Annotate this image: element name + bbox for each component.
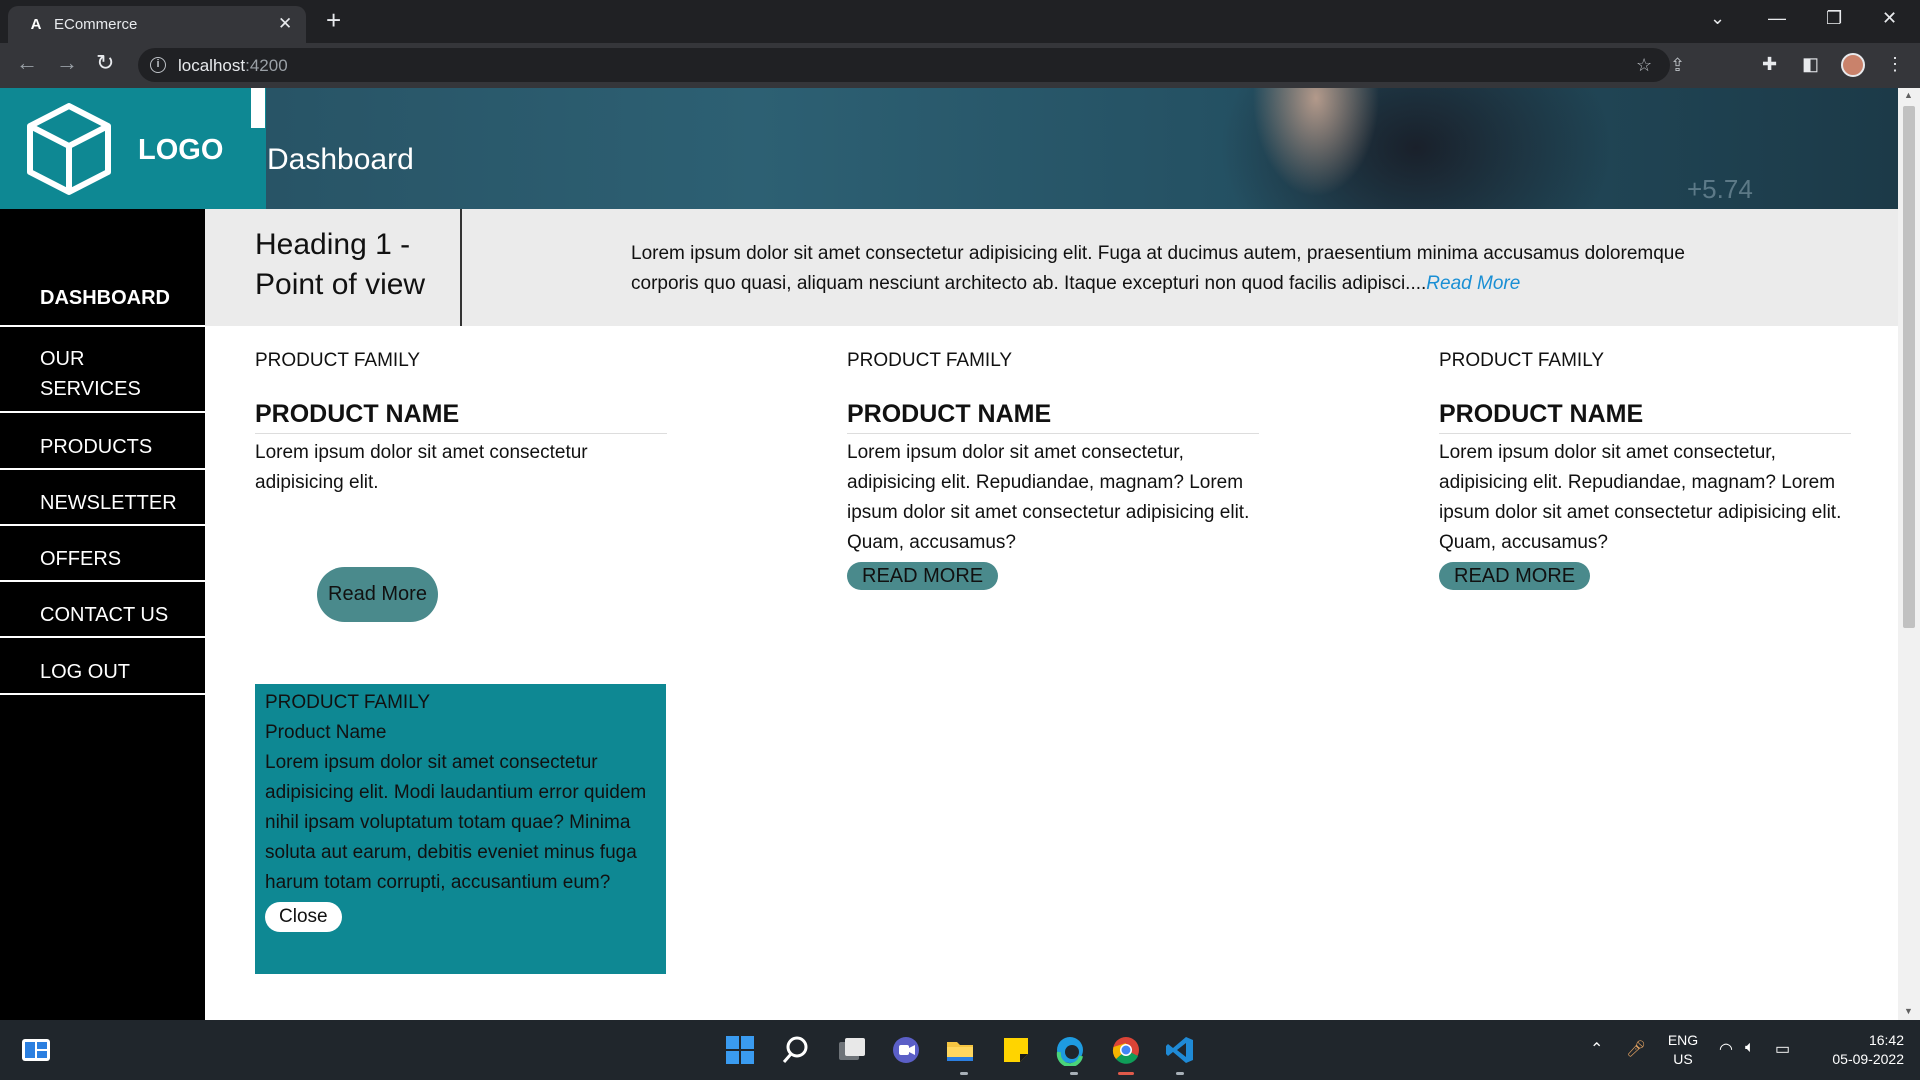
product-card: PRODUCT FAMILY PRODUCT NAME Lorem ipsum … xyxy=(255,350,667,498)
banner-ticker-text: +5.74 xyxy=(1687,174,1753,204)
product-name: PRODUCT NAME xyxy=(1439,400,1851,434)
angular-favicon-icon: A xyxy=(30,16,42,33)
read-more-button[interactable]: Read More xyxy=(317,567,438,622)
page-title: Dashboard xyxy=(267,143,414,176)
sidebar-item-contact-us[interactable]: CONTACT US xyxy=(0,596,205,638)
header-notch xyxy=(251,88,265,128)
teams-chat-icon[interactable] xyxy=(890,1034,922,1066)
wifi-icon[interactable]: ◠ xyxy=(1719,1039,1733,1059)
profile-avatar[interactable] xyxy=(1841,53,1865,77)
page-scrollbar[interactable]: ▲ ▼ xyxy=(1898,88,1920,1020)
back-icon[interactable]: ← xyxy=(16,52,38,74)
sidebar-item-newsletter[interactable]: NEWSLETTER xyxy=(0,484,205,526)
close-button[interactable]: Close xyxy=(265,902,342,932)
sidebar-item-our-services[interactable]: OUR SERVICES xyxy=(0,340,205,413)
popup-description: Lorem ipsum dolor sit amet consectetur a… xyxy=(265,752,647,893)
share-icon[interactable]: ⇪ xyxy=(1670,55,1685,76)
active-app-indicator xyxy=(1118,1072,1134,1075)
bookmark-star-icon[interactable]: ☆ xyxy=(1636,55,1652,76)
logo-text: LOGO xyxy=(138,134,224,166)
sidebar-item-label: NEWSLETTER xyxy=(40,492,177,514)
extensions-icon[interactable]: ✚ xyxy=(1762,54,1777,74)
browser-tab-strip: A ECommerce ✕ + ⌄ — ❐ ✕ xyxy=(0,0,1920,43)
heading-divider xyxy=(460,209,462,326)
sidebar-item-label: DASHBOARD xyxy=(40,287,170,309)
windows-taskbar: ⌃ 🎤︎ ENG US ◠ 🔈︎ ▭ 16:42 05-09-2022 xyxy=(0,1020,1920,1080)
task-view-icon[interactable] xyxy=(836,1034,868,1066)
sidebar-nav: DASHBOARD OUR SERVICES PRODUCTS NEWSLETT… xyxy=(0,209,205,1020)
sidebar-item-label: OUR SERVICES xyxy=(40,348,141,400)
page-viewport: +5.74 Dashboard LOGO DASHBOARD OUR SERVI… xyxy=(0,88,1898,1020)
sidebar-item-log-out[interactable]: LOG OUT xyxy=(0,653,205,695)
window-close-icon[interactable]: ✕ xyxy=(1882,8,1897,29)
chrome-browser-icon[interactable] xyxy=(1110,1034,1142,1066)
logo[interactable]: LOGO xyxy=(0,88,266,209)
product-name: PRODUCT NAME xyxy=(847,400,1259,434)
edge-browser-icon[interactable] xyxy=(1054,1034,1086,1066)
reload-icon[interactable]: ↻ xyxy=(96,52,114,74)
scroll-down-icon[interactable]: ▼ xyxy=(1904,1006,1913,1016)
section-heading: Heading 1 - Point of view xyxy=(255,228,426,301)
tab-title: ECommerce xyxy=(54,16,138,33)
clock-time: 16:42 xyxy=(1868,1032,1904,1048)
product-name: PRODUCT NAME xyxy=(255,400,667,434)
sidebar-item-dashboard[interactable]: DASHBOARD xyxy=(0,287,205,327)
sticky-notes-icon[interactable] xyxy=(1000,1034,1032,1066)
product-card: PRODUCT FAMILY PRODUCT NAME Lorem ipsum … xyxy=(1439,350,1851,590)
microphone-icon[interactable]: 🎤︎ xyxy=(1626,1039,1646,1059)
restore-icon[interactable]: ❐ xyxy=(1826,8,1842,29)
start-windows-icon[interactable] xyxy=(724,1034,756,1066)
forward-icon[interactable]: → xyxy=(56,52,78,74)
sidebar-item-label: LOG OUT xyxy=(40,661,131,683)
address-bar[interactable]: i localhost:4200 ⇪ ☆ xyxy=(138,48,1685,82)
minimize-icon[interactable]: — xyxy=(1768,8,1786,29)
file-explorer-icon[interactable] xyxy=(944,1034,976,1066)
product-detail-popup: PRODUCT FAMILY Product Name Lorem ipsum … xyxy=(255,684,666,974)
site-info-icon[interactable]: i xyxy=(150,57,166,73)
cube-logo-icon xyxy=(27,103,111,195)
show-hidden-icons-icon[interactable]: ⌃ xyxy=(1590,1039,1603,1059)
product-description: Lorem ipsum dolor sit amet consectetur a… xyxy=(255,442,588,493)
clock-date: 05-09-2022 xyxy=(1832,1051,1904,1067)
running-indicator xyxy=(1070,1072,1078,1075)
running-indicator xyxy=(960,1072,968,1075)
sidebar-item-label: CONTACT US xyxy=(40,604,169,626)
product-family: PRODUCT FAMILY xyxy=(255,350,421,371)
search-icon[interactable] xyxy=(780,1034,812,1066)
read-more-link[interactable]: Read More xyxy=(1426,273,1520,294)
product-description: Lorem ipsum dolor sit amet consectetur, … xyxy=(847,442,1250,553)
product-family: PRODUCT FAMILY xyxy=(847,350,1013,371)
sidebar-item-label: PRODUCTS xyxy=(40,436,153,458)
running-indicator xyxy=(1176,1072,1184,1075)
read-more-button[interactable]: READ MORE xyxy=(847,562,999,590)
side-panel-icon[interactable]: ◧ xyxy=(1802,54,1819,74)
product-card: PRODUCT FAMILY PRODUCT NAME Lorem ipsum … xyxy=(847,350,1259,590)
url-text[interactable]: localhost:4200 xyxy=(178,56,288,76)
popup-product-name: Product Name xyxy=(265,722,387,743)
sidebar-item-label: OFFERS xyxy=(40,548,122,570)
sidebar-item-offers[interactable]: OFFERS xyxy=(0,540,205,582)
volume-icon[interactable]: 🔈︎ xyxy=(1745,1039,1755,1057)
clock[interactable]: 16:42 05-09-2022 xyxy=(1812,1031,1904,1069)
read-more-button[interactable]: READ MORE xyxy=(1439,562,1591,590)
vscode-icon[interactable] xyxy=(1164,1034,1196,1066)
product-description: Lorem ipsum dolor sit amet consectetur, … xyxy=(1439,442,1842,553)
scroll-up-icon[interactable]: ▲ xyxy=(1904,90,1913,100)
browser-tab[interactable]: A ECommerce ✕ xyxy=(8,6,306,43)
browser-toolbar: ← → ↻ i localhost:4200 ⇪ ☆ ✚ ◧ ⋮ xyxy=(0,43,1920,88)
popup-product-family: PRODUCT FAMILY xyxy=(265,692,431,713)
language-indicator[interactable]: ENG US xyxy=(1666,1031,1700,1069)
header-banner: +5.74 xyxy=(266,88,1898,209)
browser-menu-icon[interactable]: ⋮ xyxy=(1886,54,1904,74)
battery-icon[interactable]: ▭ xyxy=(1775,1039,1790,1059)
new-tab-icon[interactable]: + xyxy=(326,6,341,34)
tab-search-icon[interactable]: ⌄ xyxy=(1710,8,1725,29)
heading-section: Heading 1 - Point of view Lorem ipsum do… xyxy=(205,209,1898,326)
widgets-icon[interactable] xyxy=(20,1034,52,1066)
sidebar-item-products[interactable]: PRODUCTS xyxy=(0,428,205,470)
tab-close-icon[interactable]: ✕ xyxy=(278,14,292,34)
heading-description: Lorem ipsum dolor sit amet consectetur a… xyxy=(631,243,1685,294)
product-family: PRODUCT FAMILY xyxy=(1439,350,1605,371)
scrollbar-thumb[interactable] xyxy=(1903,106,1915,628)
